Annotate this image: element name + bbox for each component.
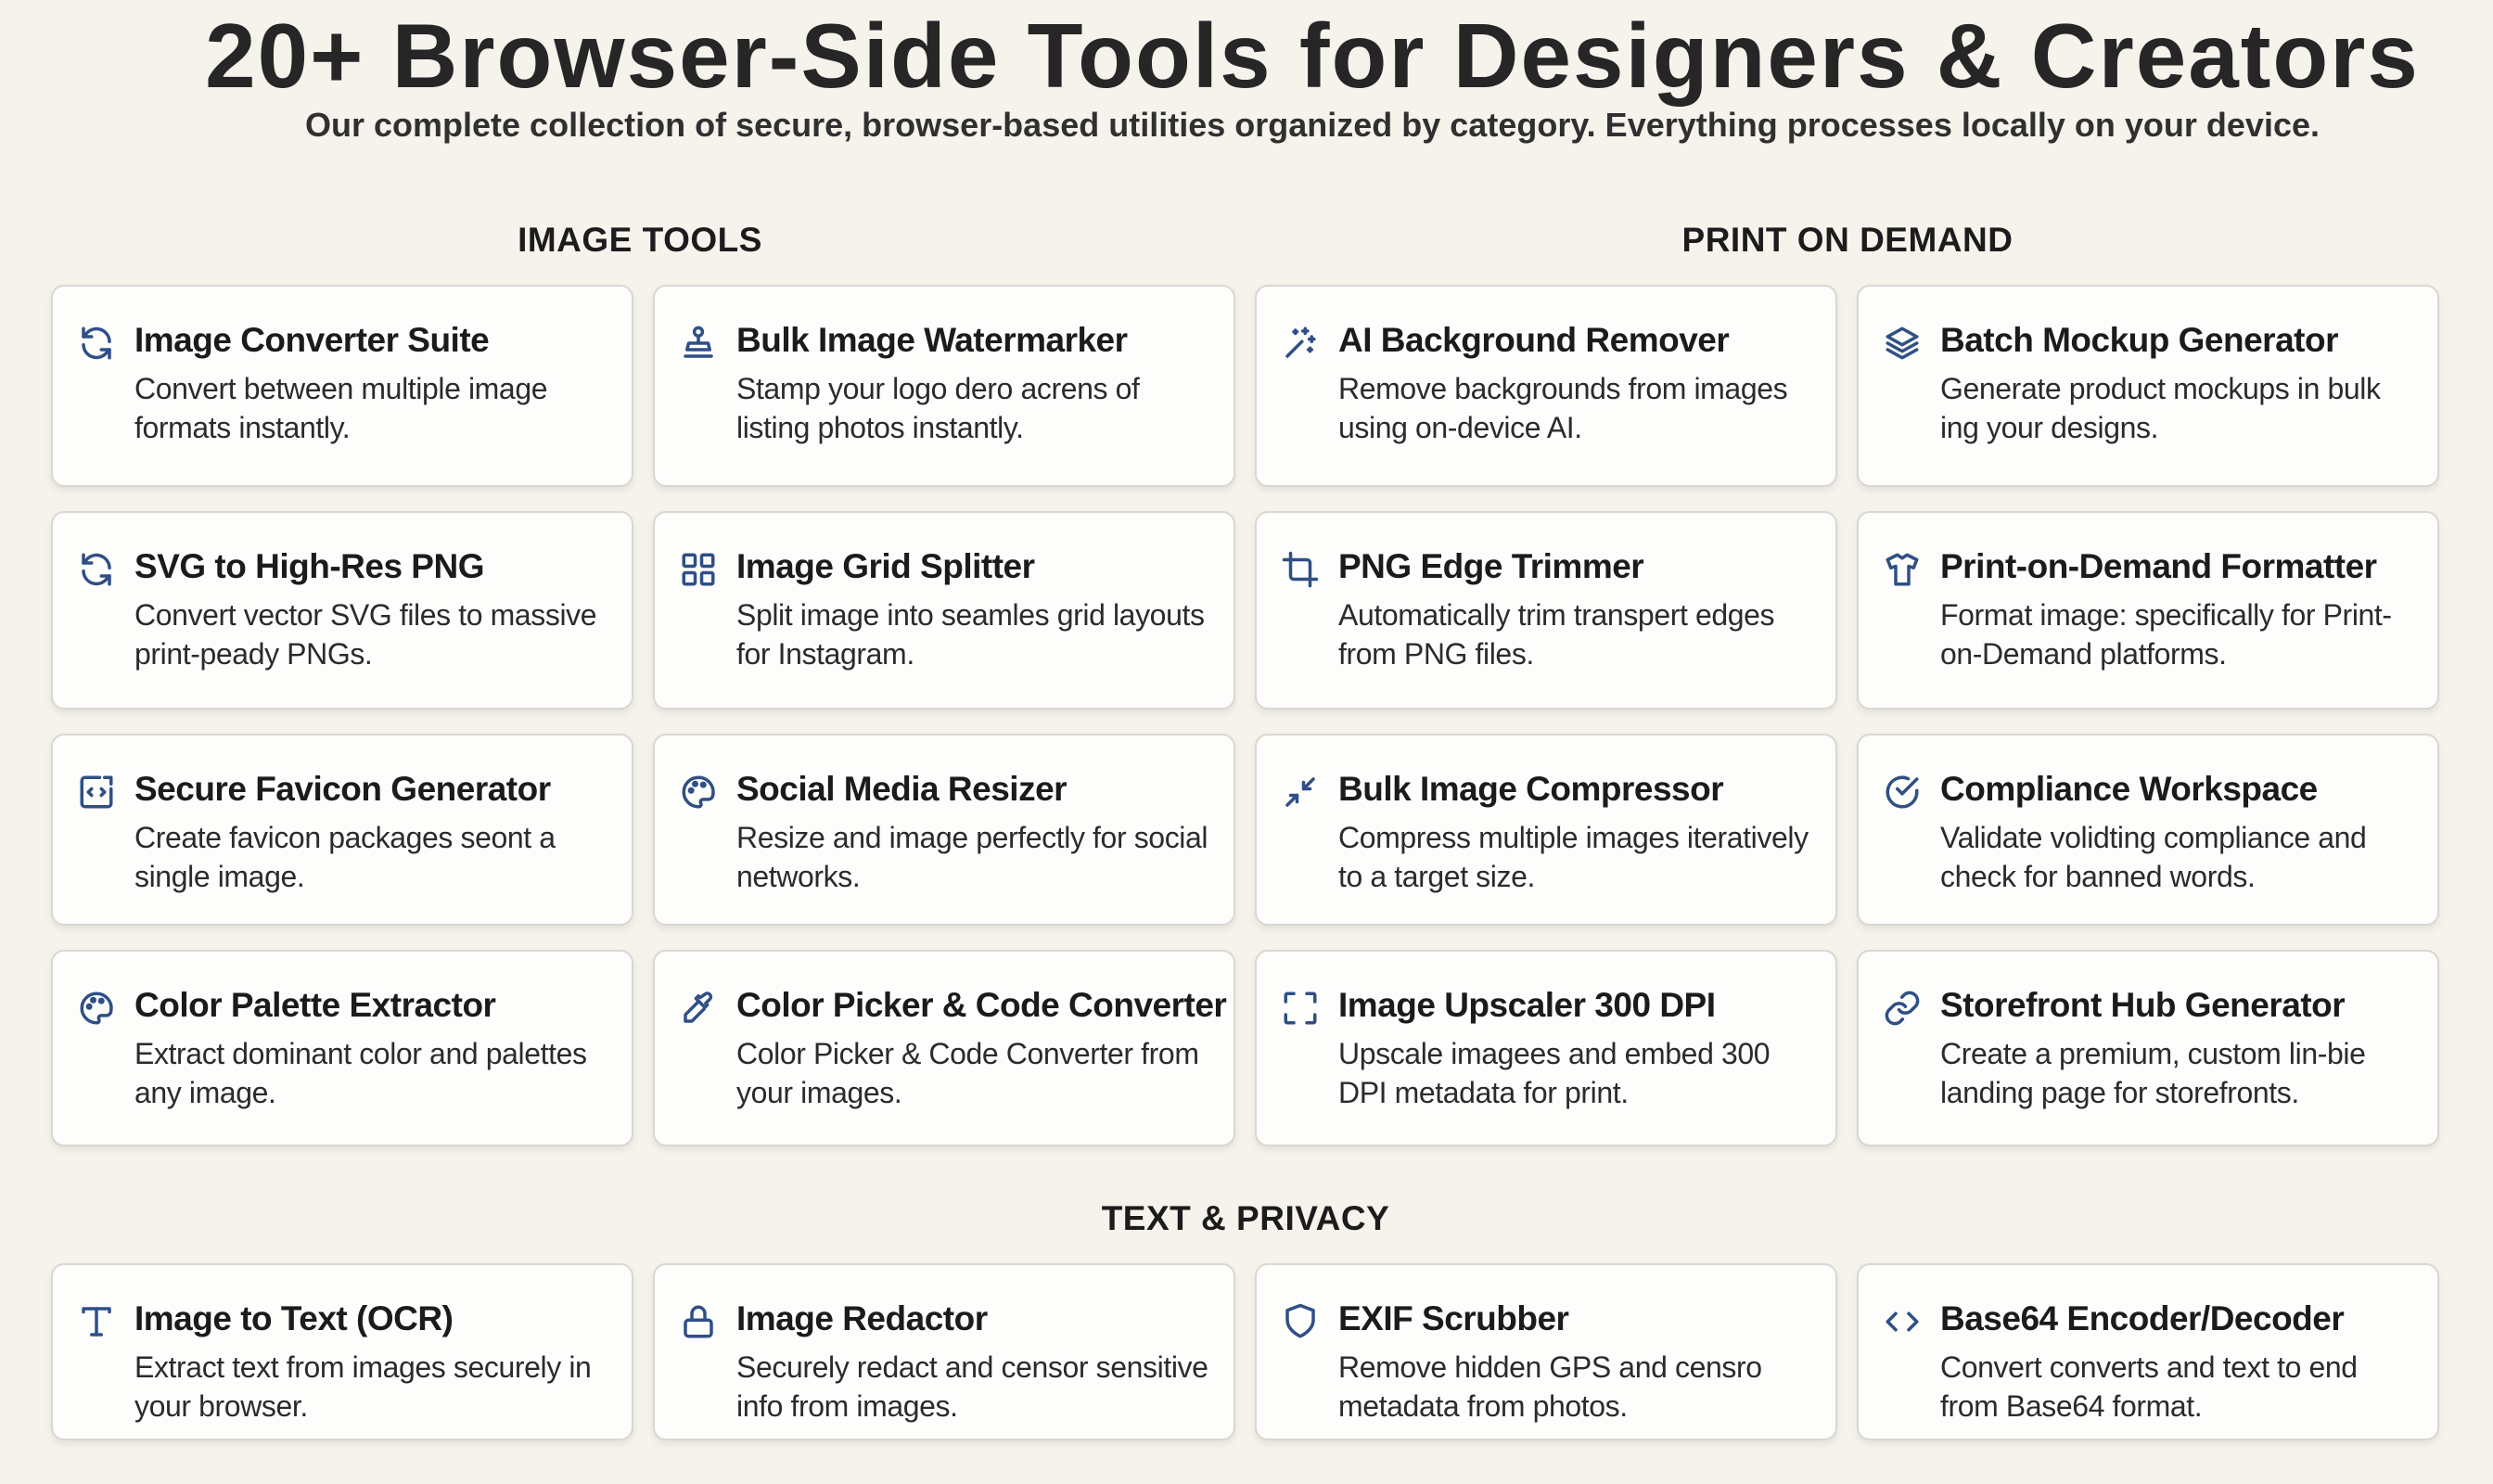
palette-icon <box>679 773 718 812</box>
text-t-icon <box>77 1302 116 1341</box>
tool-card-ai-background-remover[interactable]: AI Background Remover Remove backgrounds… <box>1255 285 1837 487</box>
tool-title: Image Redactor <box>736 1299 988 1337</box>
tool-title: Batch Mockup Generator <box>1940 321 2338 359</box>
tool-card-base64-encoder-decoder[interactable]: Base64 Encoder/Decoder Convert converts … <box>1857 1263 2439 1440</box>
tool-description: Securely redact and censor sensitive inf… <box>736 1350 1208 1423</box>
tool-card-svg-to-high-res-png[interactable]: SVG to High-Res PNG Convert vector SVG f… <box>51 511 633 710</box>
tool-card-png-edge-trimmer[interactable]: PNG Edge Trimmer Automatically trim tran… <box>1255 511 1837 710</box>
tool-description: Create favicon packages seont a single i… <box>134 821 556 893</box>
tool-title: Compliance Workspace <box>1940 770 2318 808</box>
tool-card-exif-scrubber[interactable]: EXIF Scrubber Remove hidden GPS and cens… <box>1255 1263 1837 1440</box>
tool-description: Upscale imagees and embed 300 DPI metada… <box>1338 1037 1771 1109</box>
tool-title: EXIF Scrubber <box>1338 1299 1569 1337</box>
page-subtitle: Our complete collection of secure, brows… <box>305 106 2320 144</box>
tool-title: Base64 Encoder/Decoder <box>1940 1299 2345 1337</box>
tool-card-bulk-image-compressor[interactable]: Bulk Image Compressor Compress multiple … <box>1255 734 1837 926</box>
section-heading-print-on-demand: PRINT ON DEMAND <box>1681 221 2014 259</box>
shield-icon <box>1281 1302 1320 1341</box>
refresh-icon <box>77 324 116 363</box>
tool-description: Convert converts and text to end from Ba… <box>1940 1350 2358 1423</box>
tool-card-image-redactor[interactable]: Image Redactor Securely redact and censo… <box>653 1263 1235 1440</box>
tool-title: SVG to High-Res PNG <box>134 547 484 585</box>
expand-frame-icon <box>1281 989 1320 1028</box>
tool-card-image-to-text-ocr[interactable]: Image to Text (OCR) Extract text from im… <box>51 1263 633 1440</box>
tool-title: Image Upscaler 300 DPI <box>1338 986 1716 1024</box>
tool-card-image-grid-splitter[interactable]: Image Grid Splitter Split image into sea… <box>653 511 1235 710</box>
text-privacy-grid: Image to Text (OCR) Extract text from im… <box>51 1263 2439 1440</box>
tool-description: Remove backgrounds from images using on-… <box>1338 372 1788 444</box>
tool-title: Print-on-Demand Formatter <box>1940 547 2377 585</box>
tool-card-image-converter-suite[interactable]: Image Converter Suite Convert between mu… <box>51 285 633 487</box>
tool-description: Format image: specifically for Print-on-… <box>1940 598 2392 671</box>
tool-card-bulk-image-watermarker[interactable]: Bulk Image Watermarker Stamp your logo d… <box>653 285 1235 487</box>
eyedropper-icon <box>679 989 718 1028</box>
check-circle-icon <box>1883 773 1922 812</box>
tool-title: Image Converter Suite <box>134 321 490 359</box>
tool-description: Extract dominant color and palettes any … <box>134 1037 587 1109</box>
grid-icon <box>679 550 718 589</box>
tool-description: Color Picker & Code Converter from your … <box>736 1037 1199 1109</box>
tool-description: Convert vector SVG files to massive prin… <box>134 598 597 671</box>
link-icon <box>1883 989 1922 1028</box>
code-brackets-icon <box>1883 1302 1922 1341</box>
stamp-icon <box>679 324 718 363</box>
tool-description: Stamp your logo dero acrens of listing p… <box>736 372 1140 444</box>
tool-description: Split image into seamles grid layouts fo… <box>736 598 1205 671</box>
tool-description: Extract text from images securely in you… <box>134 1350 592 1423</box>
tool-card-social-media-resizer[interactable]: Social Media Resizer Resize and image pe… <box>653 734 1235 926</box>
tool-card-color-picker-code-converter[interactable]: Color Picker & Code Converter Color Pick… <box>653 950 1235 1146</box>
tool-card-print-on-demand-formatter[interactable]: Print-on-Demand Formatter Format image: … <box>1857 511 2439 710</box>
tool-card-compliance-workspace[interactable]: Compliance Workspace Validate volidting … <box>1857 734 2439 926</box>
sparkles-icon <box>1281 324 1320 363</box>
tool-card-color-palette-extractor[interactable]: Color Palette Extractor Extract dominant… <box>51 950 633 1146</box>
tshirt-icon <box>1883 550 1922 589</box>
page-title: 20+ Browser-Side Tools for Designers & C… <box>205 5 2420 107</box>
crop-icon <box>1281 550 1320 589</box>
tool-description: Remove hidden GPS and censro metadata fr… <box>1338 1350 1762 1423</box>
tool-description: Validate volidting compliance and check … <box>1940 821 2367 893</box>
tool-title: Secure Favicon Generator <box>134 770 551 808</box>
refresh-icon <box>77 550 116 589</box>
tools-grid: Image Converter Suite Convert between mu… <box>51 285 2439 1146</box>
tool-description: Automatically trim transpert edges from … <box>1338 598 1775 671</box>
tool-title: Image to Text (OCR) <box>134 1299 454 1337</box>
tool-card-batch-mockup-generator[interactable]: Batch Mockup Generator Generate product … <box>1857 285 2439 487</box>
section-heading-text-privacy: TEXT & PRIVACY <box>1101 1199 1390 1237</box>
tool-card-secure-favicon-generator[interactable]: Secure Favicon Generator Create favicon … <box>51 734 633 926</box>
tool-title: Storefront Hub Generator <box>1940 986 2346 1024</box>
layers-icon <box>1883 324 1922 363</box>
lock-icon <box>679 1302 718 1341</box>
tool-description: Create a premium, custom lin-bie landing… <box>1940 1037 2366 1109</box>
tool-title: Image Grid Splitter <box>736 547 1035 585</box>
tool-card-storefront-hub-generator[interactable]: Storefront Hub Generator Create a premiu… <box>1857 950 2439 1146</box>
favicon-code-icon <box>77 773 116 812</box>
palette-icon <box>77 989 116 1028</box>
tool-title: Color Palette Extractor <box>134 986 496 1024</box>
compress-arrows-icon <box>1281 773 1320 812</box>
tool-card-image-upscaler-300-dpi[interactable]: Image Upscaler 300 DPI Upscale imagees a… <box>1255 950 1837 1146</box>
tool-title: PNG Edge Trimmer <box>1338 547 1644 585</box>
tool-title: Color Picker & Code Converter <box>736 986 1227 1024</box>
tool-description: Compress multiple images iteratively to … <box>1338 821 1809 893</box>
tool-title: Social Media Resizer <box>736 770 1068 808</box>
tool-title: Bulk Image Watermarker <box>736 321 1128 359</box>
tool-description: Generate product mockups in bulk ing you… <box>1940 372 2381 444</box>
tool-title: Bulk Image Compressor <box>1338 770 1724 808</box>
tool-description: Resize and image perfectly for social ne… <box>736 821 1208 893</box>
section-heading-image-tools: IMAGE TOOLS <box>518 221 762 259</box>
tool-title: AI Background Remover <box>1338 321 1730 359</box>
tool-description: Convert between multiple image formats i… <box>134 372 548 444</box>
tools-page: 20+ Browser-Side Tools for Designers & C… <box>0 0 2493 1484</box>
